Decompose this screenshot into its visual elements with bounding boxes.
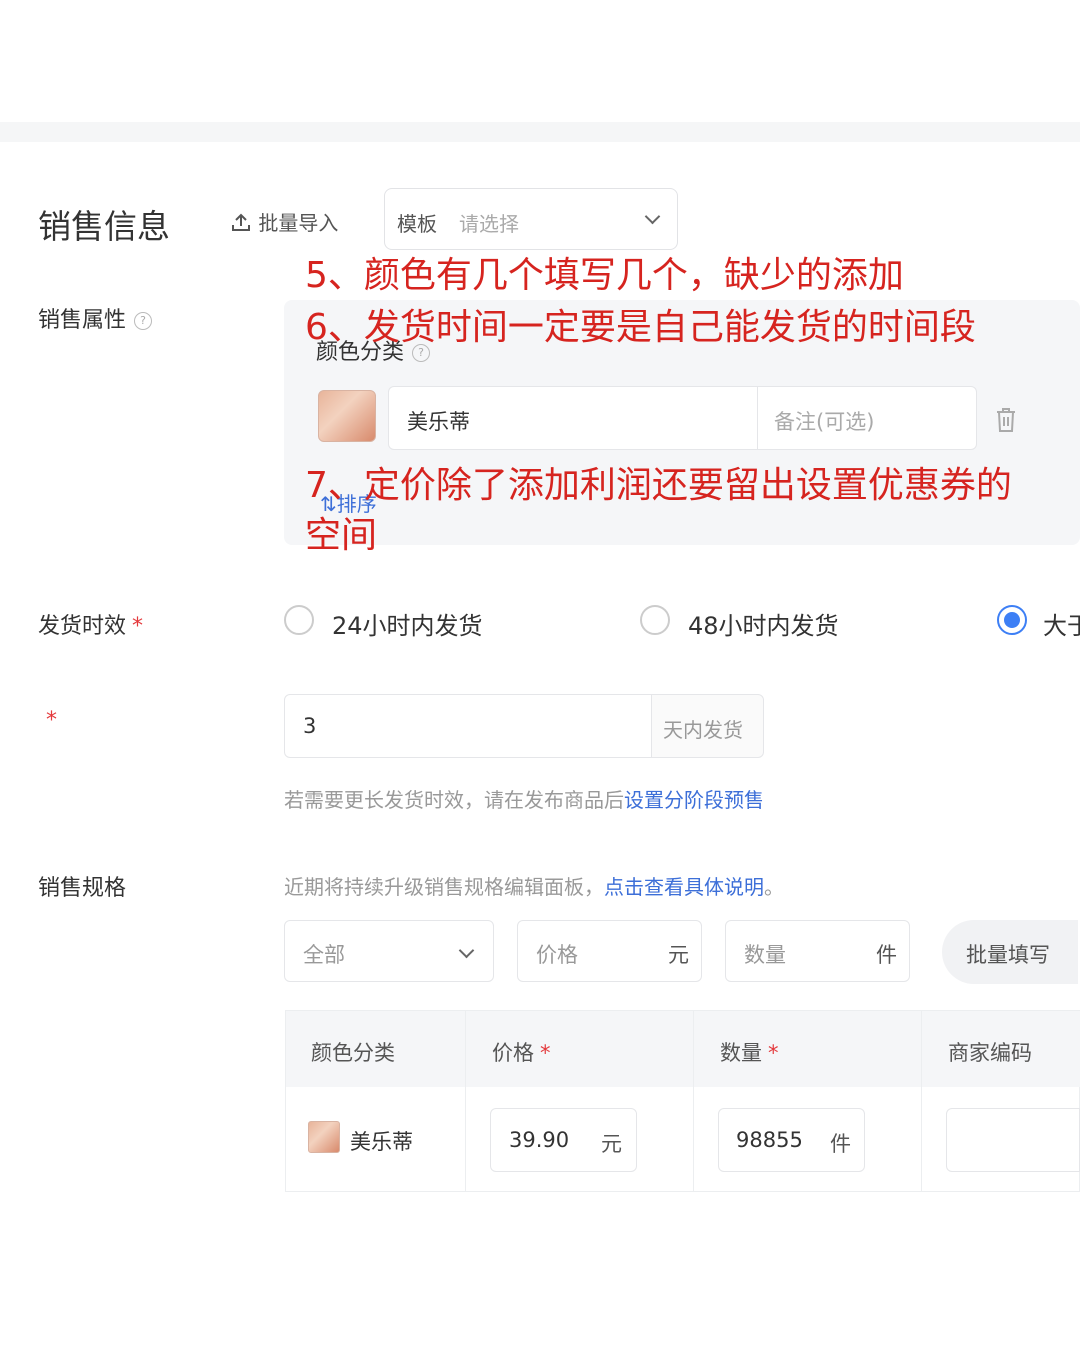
radio-48h[interactable]: [640, 605, 670, 635]
sale-attrs-label: 销售属性?: [38, 302, 153, 334]
specs-label: 销售规格: [38, 876, 127, 901]
template-placeholder: 请选择: [459, 212, 519, 236]
upload-icon: [232, 213, 250, 231]
row-qty-unit: 件: [830, 1132, 851, 1156]
batch-import-button[interactable]: 批量导入: [230, 207, 338, 236]
trash-icon[interactable]: [994, 406, 1018, 434]
required-mark: *: [132, 614, 144, 639]
col-quantity-text: 数量: [720, 1041, 762, 1065]
radio-24h-label: 24小时内发货: [332, 612, 483, 640]
shipping-label: 发货时效 *: [38, 608, 143, 640]
column-divider: [465, 1011, 466, 1191]
chevron-down-icon: [644, 208, 661, 225]
batch-fill-button[interactable]: 批量填写: [942, 920, 1078, 984]
days-input[interactable]: 3: [284, 694, 652, 758]
row-qty-value: 98855: [736, 1128, 803, 1152]
col-merchant-code: 商家编码: [948, 1041, 1032, 1065]
days-suffix-text: 天内发货: [663, 718, 743, 742]
qty-placeholder: 数量: [744, 943, 786, 967]
remark-placeholder: 备注(可选): [774, 410, 875, 434]
row-color-name: 美乐蒂: [350, 1130, 413, 1154]
annotation-5: 5、颜色有几个填写几个，缺少的添加: [305, 255, 904, 296]
color-name-input[interactable]: 美乐蒂: [388, 386, 758, 450]
chevron-down-icon: [458, 942, 475, 959]
row-price-input[interactable]: 39.90 元: [490, 1108, 637, 1172]
presale-link[interactable]: 设置分阶段预售: [624, 788, 764, 812]
col-price: 价格 *: [492, 1037, 551, 1067]
shipping-label-text: 发货时效: [38, 614, 127, 639]
row-price-value: 39.90: [509, 1128, 570, 1152]
template-label: 模板: [397, 212, 437, 236]
col-color-category: 颜色分类: [311, 1041, 395, 1065]
row-thumbnail: [308, 1121, 340, 1153]
sale-attrs-label-text: 销售属性: [38, 308, 127, 333]
remark-input[interactable]: 备注(可选): [757, 386, 977, 450]
shipping-hint: 若需要更长发货时效，请在发布商品后设置分阶段预售: [284, 784, 764, 813]
specs-note-text: 近期将持续升级销售规格编辑面板，: [284, 875, 604, 899]
help-icon[interactable]: ?: [134, 312, 153, 330]
price-placeholder: 价格: [536, 943, 578, 967]
annotation-7-line2: 空间: [305, 515, 378, 556]
specs-note-end: 。: [764, 875, 784, 899]
batch-qty-input[interactable]: 数量 件: [725, 920, 910, 982]
radio-custom-label: 大于: [1043, 612, 1080, 640]
filter-all-label: 全部: [303, 943, 345, 967]
col-quantity: 数量 *: [720, 1037, 779, 1067]
filter-all-select[interactable]: 全部: [284, 920, 494, 982]
col-price-text: 价格: [492, 1041, 534, 1065]
shipping-hint-text: 若需要更长发货时效，请在发布商品后: [284, 788, 624, 812]
specs-note: 近期将持续升级销售规格编辑面板，点击查看具体说明。: [284, 871, 784, 900]
column-divider: [921, 1011, 922, 1191]
qty-unit: 件: [876, 943, 897, 967]
radio-custom[interactable]: [997, 605, 1027, 635]
batch-price-input[interactable]: 价格 元: [517, 920, 702, 982]
days-suffix: 天内发货: [651, 694, 764, 758]
annotation-7-line1: 7、定价除了添加利润还要留出设置优惠券的: [305, 465, 1012, 506]
required-mark: *: [46, 708, 57, 733]
item-thumbnail[interactable]: [318, 390, 376, 442]
batch-import-label: 批量导入: [258, 211, 339, 235]
required-mark: *: [540, 1041, 551, 1065]
row-price-unit: 元: [601, 1132, 622, 1156]
batch-fill-label: 批量填写: [966, 943, 1050, 967]
section-title: 销售信息: [38, 207, 170, 246]
template-select[interactable]: 模板 请选择: [384, 188, 678, 250]
top-separator: [0, 122, 1080, 142]
required-mark: *: [768, 1041, 779, 1065]
row-qty-input[interactable]: 98855 件: [718, 1108, 865, 1172]
row-merchant-code-input[interactable]: [946, 1108, 1080, 1172]
price-unit: 元: [668, 943, 689, 967]
annotation-6: 6、发货时间一定要是自己能发货的时间段: [305, 307, 976, 348]
specs-detail-link[interactable]: 点击查看具体说明: [604, 875, 764, 899]
days-value: 3: [303, 714, 317, 738]
radio-48h-label: 48小时内发货: [688, 612, 839, 640]
column-divider: [693, 1011, 694, 1191]
color-name-value: 美乐蒂: [407, 410, 470, 434]
radio-24h[interactable]: [284, 605, 314, 635]
